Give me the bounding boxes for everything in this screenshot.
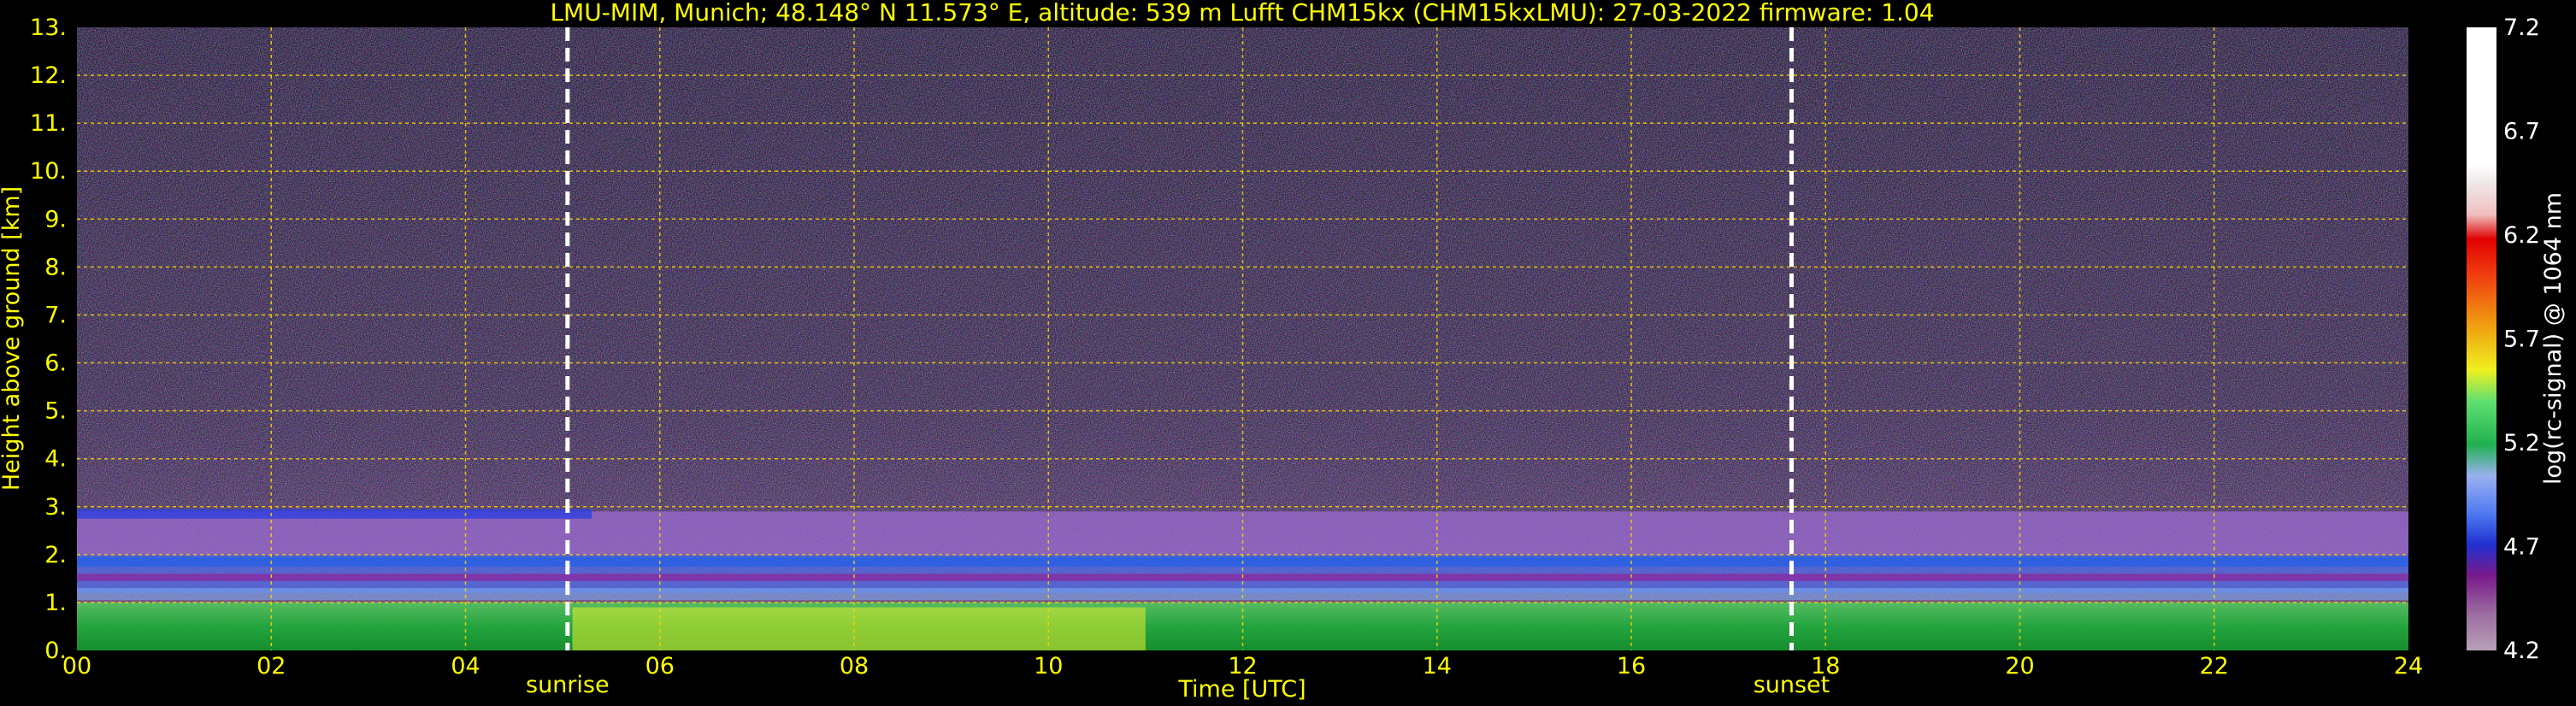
colorbar-tick-label: 5.7: [2503, 327, 2540, 353]
colorbar-tick-label: 6.7: [2503, 119, 2540, 145]
chart-title: LMU-MIM, Munich; 48.148° N 11.573° E, al…: [550, 0, 1934, 26]
y-tick-label: 2.: [44, 542, 67, 568]
x-tick-label: 00: [62, 653, 91, 680]
x-tick-label: 02: [256, 653, 286, 680]
y-tick-label: 6.: [44, 350, 67, 377]
y-tick-label: 13.: [30, 15, 67, 41]
layer-streak: [77, 509, 592, 519]
y-tick-label: 9.: [44, 206, 67, 232]
colorbar-ticks: 4.2 4.7 5.2 5.7 6.2 6.7 7.2: [2503, 15, 2540, 664]
y-tick-label: 12.: [30, 62, 67, 89]
y-tick-labels: 0.1.2.3.4.5.6.7.8.9.10.11.12.13.: [30, 15, 67, 664]
colorbar-tick-label: 4.7: [2503, 534, 2540, 561]
x-tick-label: 22: [2200, 653, 2229, 680]
colorbar-tick-label: 4.2: [2503, 638, 2540, 664]
y-tick-label: 3.: [44, 494, 67, 521]
x-tick-label: 24: [2394, 653, 2423, 680]
x-tick-label: 08: [840, 653, 869, 680]
y-tick-label: 11.: [30, 110, 67, 137]
x-tick-label: 16: [1617, 653, 1646, 680]
y-tick-label: 7.: [44, 302, 67, 328]
y-tick-label: 8.: [44, 254, 67, 280]
y-tick-label: 1.: [44, 590, 67, 616]
x-tick-label: 10: [1034, 653, 1063, 680]
y-tick-label: 5.: [44, 398, 67, 425]
x-axis-label: Time [UTC]: [1177, 676, 1306, 703]
layer-streak: [572, 607, 1146, 650]
colorbar-tick-label: 5.2: [2503, 430, 2540, 456]
colorbar: [2467, 27, 2496, 650]
x-tick-label: 06: [645, 653, 675, 680]
y-tick-label: 10.: [30, 158, 67, 185]
ceilometer-chart: sunrise sunset 0.1.2.3.4.5.6.7.8.9.10.11.…: [0, 0, 2567, 703]
colorbar-label: log(rc-signal) @ 1064 nm: [2540, 192, 2567, 485]
x-tick-label: 18: [1811, 653, 1840, 680]
colorbar-tick-label: 6.2: [2503, 222, 2540, 249]
x-tick-label: 04: [451, 653, 480, 680]
x-tick-label: 20: [2005, 653, 2034, 680]
x-tick-label: 14: [1423, 653, 1452, 680]
colorbar-tick-label: 7.2: [2503, 15, 2540, 41]
y-tick-label: 4.: [44, 446, 67, 473]
y-axis-label: Height above ground [km]: [0, 186, 25, 491]
event-label-sunrise: sunrise: [526, 672, 610, 698]
